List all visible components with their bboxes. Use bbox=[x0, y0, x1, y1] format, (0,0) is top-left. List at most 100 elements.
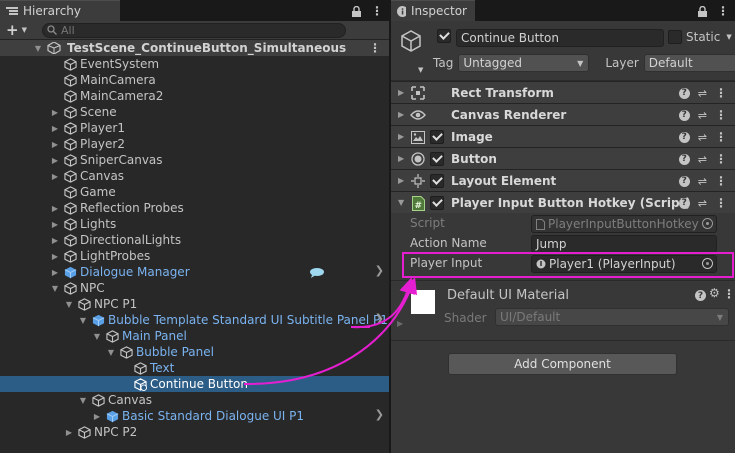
hierarchy-item-basic-standard-dialogue-ui[interactable]: ▶ Basic Standard Dialogue UI P1 ❯ bbox=[0, 408, 389, 424]
hierarchy-item-scene[interactable]: ▶ Scene bbox=[0, 104, 389, 120]
panel-menu-icon[interactable]: ⋮ bbox=[371, 4, 383, 18]
hierarchy-item-maincamera[interactable]: MainCamera bbox=[0, 72, 389, 88]
hierarchy-item-directionallights[interactable]: ▶ DirectionalLights bbox=[0, 232, 389, 248]
action-name-field[interactable]: Jump bbox=[531, 235, 717, 253]
component-enabled-checkbox[interactable] bbox=[430, 196, 444, 210]
expand-arrow-icon[interactable]: ▼ bbox=[50, 284, 60, 293]
lock-icon[interactable] bbox=[352, 5, 361, 17]
hierarchy-tab[interactable]: Hierarchy bbox=[0, 0, 120, 21]
help-icon[interactable]: ? bbox=[678, 175, 690, 187]
component-player-input-button-hotkey[interactable]: ▼ # Player Input Button Hotkey (Script) … bbox=[391, 191, 735, 213]
icon-dropdown-caret-icon[interactable]: ▼ bbox=[418, 66, 423, 74]
expand-arrow-icon[interactable]: ▼ bbox=[33, 44, 43, 53]
layer-dropdown[interactable]: Default ▼ bbox=[643, 54, 735, 72]
presets-icon[interactable]: ⇌ bbox=[698, 87, 707, 100]
component-menu-icon[interactable]: ⋮ bbox=[715, 108, 727, 122]
hierarchy-item-npc[interactable]: ▼ NPC bbox=[0, 280, 389, 296]
help-icon[interactable]: ? bbox=[678, 197, 690, 209]
hierarchy-item-player2[interactable]: ▶ Player2 bbox=[0, 136, 389, 152]
material-menu-icon[interactable]: ⋮ bbox=[723, 287, 735, 301]
chevron-right-icon[interactable]: ❯ bbox=[375, 408, 384, 421]
component-enabled-checkbox[interactable] bbox=[430, 152, 444, 166]
chevron-right-icon[interactable]: ❯ bbox=[375, 264, 384, 277]
component-image[interactable]: ▶ Image ? ⇌ ⋮ bbox=[391, 125, 735, 147]
collapsed-arrow-icon[interactable]: ▶ bbox=[64, 428, 74, 437]
collapsed-arrow-icon[interactable]: ▶ bbox=[50, 156, 60, 165]
object-name-field[interactable]: Continue Button bbox=[456, 29, 664, 47]
search-input[interactable] bbox=[61, 23, 341, 37]
fold-arrow-icon[interactable]: ▶ bbox=[398, 176, 404, 185]
lock-icon[interactable] bbox=[698, 5, 707, 17]
component-enabled-checkbox[interactable] bbox=[430, 130, 444, 144]
hierarchy-item-main-panel[interactable]: ▼ Main Panel bbox=[0, 328, 389, 344]
hierarchy-item-npc-p1[interactable]: ▼ NPC P1 bbox=[0, 296, 389, 312]
presets-icon[interactable]: ⇌ bbox=[698, 109, 707, 122]
inspector-tab[interactable]: Inspector bbox=[391, 0, 475, 21]
hierarchy-item-continue-button[interactable]: Continue Button bbox=[0, 376, 389, 392]
component-menu-icon[interactable]: ⋮ bbox=[715, 196, 727, 210]
expanded-arrow-icon[interactable]: ▼ bbox=[398, 198, 404, 207]
expand-arrow-icon[interactable]: ▼ bbox=[92, 332, 102, 341]
collapsed-arrow-icon[interactable]: ▶ bbox=[50, 124, 60, 133]
presets-icon[interactable]: ⇌ bbox=[698, 175, 707, 188]
hierarchy-item-snipercanvas[interactable]: ▶ SniperCanvas bbox=[0, 152, 389, 168]
component-menu-icon[interactable]: ⋮ bbox=[715, 130, 727, 144]
material-fold-arrow-icon[interactable]: ▶ bbox=[397, 319, 403, 328]
presets-icon[interactable]: ⇌ bbox=[698, 153, 707, 166]
expand-arrow-icon[interactable]: ▼ bbox=[78, 396, 88, 405]
static-toggle[interactable]: Static ▼ bbox=[668, 30, 732, 44]
hierarchy-item-bubble-panel[interactable]: ▼ Bubble Panel bbox=[0, 344, 389, 360]
material-settings-gear-icon[interactable]: ⚙ bbox=[709, 286, 720, 300]
presets-icon[interactable]: ⇌ bbox=[698, 131, 707, 144]
collapsed-arrow-icon[interactable]: ▶ bbox=[50, 204, 60, 213]
component-button[interactable]: ▶ Button ? ⇌ ⋮ bbox=[391, 147, 735, 169]
fold-arrow-icon[interactable]: ▶ bbox=[398, 132, 404, 141]
help-icon[interactable]: ? bbox=[678, 131, 690, 143]
component-menu-icon[interactable]: ⋮ bbox=[715, 174, 727, 188]
hierarchy-item-canvas[interactable]: ▶ Canvas bbox=[0, 168, 389, 184]
active-checkbox[interactable] bbox=[437, 29, 451, 43]
collapsed-arrow-icon[interactable]: ▶ bbox=[92, 412, 102, 421]
collapsed-arrow-icon[interactable]: ▶ bbox=[50, 236, 60, 245]
component-menu-icon[interactable]: ⋮ bbox=[715, 152, 727, 166]
add-component-button[interactable]: Add Component bbox=[448, 353, 677, 375]
presets-icon[interactable]: ⇌ bbox=[698, 197, 707, 210]
expand-arrow-icon[interactable]: ▼ bbox=[64, 300, 74, 309]
hierarchy-item-lights[interactable]: ▶ Lights bbox=[0, 216, 389, 232]
hierarchy-item-canvas-child[interactable]: ▼ Canvas bbox=[0, 392, 389, 408]
hierarchy-item-text[interactable]: Text bbox=[0, 360, 389, 376]
material-help-icon[interactable]: ? bbox=[695, 290, 706, 301]
fold-arrow-icon[interactable]: ▶ bbox=[398, 110, 404, 119]
scene-row[interactable]: ▼ TestScene_ContinueButton_Simultaneous … bbox=[0, 40, 389, 56]
component-canvas-renderer[interactable]: ▶ Canvas Renderer ? ⇌ ⋮ bbox=[391, 103, 735, 125]
hierarchy-item-game[interactable]: Game bbox=[0, 184, 389, 200]
help-icon[interactable]: ? bbox=[678, 153, 690, 165]
hierarchy-item-bubble-template[interactable]: ▼ Bubble Template Standard UI Subtitle P… bbox=[0, 312, 389, 328]
hierarchy-item-reflection-probes[interactable]: ▶ Reflection Probes bbox=[0, 200, 389, 216]
hierarchy-item-dialogue-manager[interactable]: ▶ Dialogue Manager ❯ bbox=[0, 264, 389, 280]
object-picker-icon[interactable] bbox=[702, 258, 713, 269]
help-icon[interactable]: ? bbox=[678, 109, 690, 121]
collapsed-arrow-icon[interactable]: ▶ bbox=[50, 268, 60, 277]
component-enabled-checkbox[interactable] bbox=[430, 174, 444, 188]
hierarchy-item-player1[interactable]: ▶ Player1 bbox=[0, 120, 389, 136]
create-button[interactable]: + ▼ bbox=[6, 23, 42, 38]
collapsed-arrow-icon[interactable]: ▶ bbox=[50, 172, 60, 181]
component-rect-transform[interactable]: ▶ Rect Transform ? ⇌ ⋮ bbox=[391, 81, 735, 103]
expand-arrow-icon[interactable]: ▼ bbox=[106, 348, 116, 357]
collapsed-arrow-icon[interactable]: ▶ bbox=[50, 108, 60, 117]
hierarchy-item-lightprobes[interactable]: ▶ LightProbes bbox=[0, 248, 389, 264]
component-layout-element[interactable]: ▶ Layout Element ? ⇌ ⋮ bbox=[391, 169, 735, 191]
hierarchy-item-maincamera2[interactable]: MainCamera2 bbox=[0, 88, 389, 104]
player-input-field[interactable]: Player1 (PlayerInput) bbox=[531, 255, 717, 273]
expand-arrow-icon[interactable]: ▼ bbox=[78, 316, 88, 325]
hierarchy-item-eventsystem[interactable]: EventSystem bbox=[0, 56, 389, 72]
fold-arrow-icon[interactable]: ▶ bbox=[398, 154, 404, 163]
collapsed-arrow-icon[interactable]: ▶ bbox=[50, 140, 60, 149]
chevron-right-icon[interactable]: ❯ bbox=[375, 312, 384, 325]
component-menu-icon[interactable]: ⋮ bbox=[715, 86, 727, 100]
static-caret-icon[interactable]: ▼ bbox=[726, 33, 731, 41]
material-swatch[interactable] bbox=[411, 290, 435, 314]
collapsed-arrow-icon[interactable]: ▶ bbox=[50, 220, 60, 229]
help-icon[interactable]: ? bbox=[678, 87, 690, 99]
